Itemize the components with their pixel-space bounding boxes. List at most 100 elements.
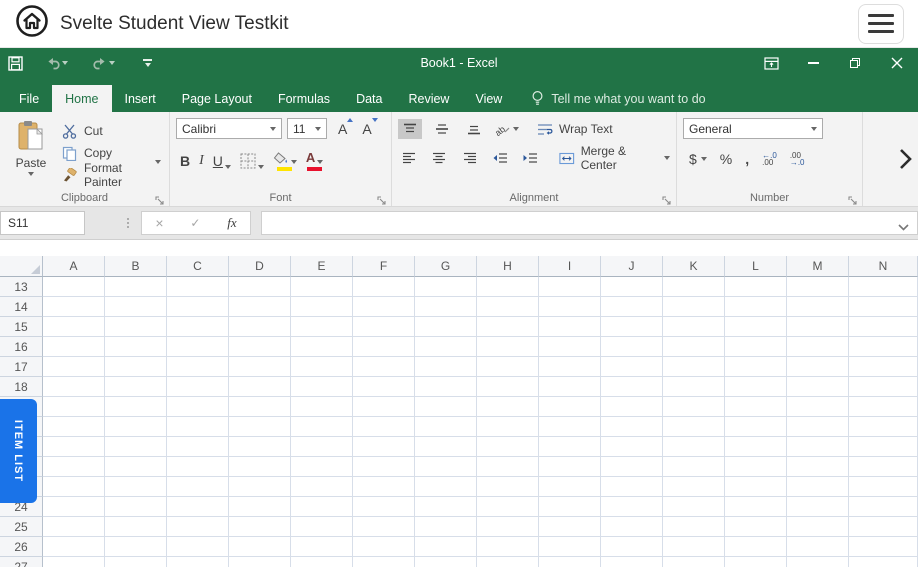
tell-me-box[interactable]: Tell me what you want to do [531,85,705,112]
ribbon-expand-button[interactable] [899,148,912,175]
cell-M19[interactable] [787,397,849,417]
font-color-button[interactable]: A [306,152,323,171]
column-header-G[interactable]: G [415,256,477,277]
cell-H19[interactable] [477,397,539,417]
cell-H26[interactable] [477,537,539,557]
cell-G18[interactable] [415,377,477,397]
cell-A18[interactable] [43,377,105,397]
cell-E27[interactable] [291,557,353,567]
font-family-select[interactable]: Calibri [176,118,282,139]
cell-H14[interactable] [477,297,539,317]
cell-A24[interactable] [43,497,105,517]
cell-E15[interactable] [291,317,353,337]
cell-J23[interactable] [601,477,663,497]
undo-button[interactable] [45,56,68,71]
cell-A23[interactable] [43,477,105,497]
cell-F16[interactable] [353,337,415,357]
cell-D27[interactable] [229,557,291,567]
cell-C17[interactable] [167,357,229,377]
cell-D17[interactable] [229,357,291,377]
cell-C16[interactable] [167,337,229,357]
cell-G16[interactable] [415,337,477,357]
cell-D22[interactable] [229,457,291,477]
tab-formulas[interactable]: Formulas [265,85,343,112]
cell-M21[interactable] [787,437,849,457]
cell-J27[interactable] [601,557,663,567]
cell-H13[interactable] [477,277,539,297]
formula-input[interactable] [261,211,918,235]
cell-L17[interactable] [725,357,787,377]
cell-M18[interactable] [787,377,849,397]
cell-C13[interactable] [167,277,229,297]
enter-button[interactable]: ✓ [190,216,200,230]
column-header-J[interactable]: J [601,256,663,277]
cell-B25[interactable] [105,517,167,537]
cell-C22[interactable] [167,457,229,477]
tab-home[interactable]: Home [52,85,111,112]
cell-D18[interactable] [229,377,291,397]
column-header-L[interactable]: L [725,256,787,277]
cell-C27[interactable] [167,557,229,567]
cell-H17[interactable] [477,357,539,377]
cell-M17[interactable] [787,357,849,377]
copy-dropdown-icon[interactable] [155,160,161,164]
accounting-format-button[interactable]: $ [689,151,707,167]
cell-A13[interactable] [43,277,105,297]
alignment-dialog-launcher-icon[interactable] [662,193,672,203]
cell-B23[interactable] [105,477,167,497]
cell-J14[interactable] [601,297,663,317]
cell-E16[interactable] [291,337,353,357]
cell-J17[interactable] [601,357,663,377]
cell-J13[interactable] [601,277,663,297]
home-button[interactable] [14,6,50,42]
cell-I14[interactable] [539,297,601,317]
cell-B13[interactable] [105,277,167,297]
cell-D25[interactable] [229,517,291,537]
cell-H27[interactable] [477,557,539,567]
cell-G19[interactable] [415,397,477,417]
cell-D14[interactable] [229,297,291,317]
cell-K24[interactable] [663,497,725,517]
cell-H20[interactable] [477,417,539,437]
increase-indent-button[interactable] [519,148,541,168]
cell-K26[interactable] [663,537,725,557]
insert-function-button[interactable]: fx [227,215,236,231]
tab-data[interactable]: Data [343,85,395,112]
cell-I19[interactable] [539,397,601,417]
column-header-K[interactable]: K [663,256,725,277]
cell-E26[interactable] [291,537,353,557]
font-dialog-launcher-icon[interactable] [377,193,387,203]
cell-F15[interactable] [353,317,415,337]
clipboard-dialog-launcher-icon[interactable] [155,193,165,203]
cell-C18[interactable] [167,377,229,397]
cell-G27[interactable] [415,557,477,567]
row-header-13[interactable]: 13 [0,277,43,297]
cell-F27[interactable] [353,557,415,567]
cell-I17[interactable] [539,357,601,377]
cell-F18[interactable] [353,377,415,397]
column-header-H[interactable]: H [477,256,539,277]
column-header-N[interactable]: N [849,256,918,277]
underline-button[interactable]: U [213,153,231,169]
cell-G26[interactable] [415,537,477,557]
bold-button[interactable]: B [180,153,190,169]
cell-L21[interactable] [725,437,787,457]
cell-A15[interactable] [43,317,105,337]
bottom-align-button[interactable] [462,119,486,139]
cell-I24[interactable] [539,497,601,517]
cell-I26[interactable] [539,537,601,557]
align-center-button[interactable] [428,148,450,168]
cell-A14[interactable] [43,297,105,317]
cell-F20[interactable] [353,417,415,437]
cell-H24[interactable] [477,497,539,517]
cell-L27[interactable] [725,557,787,567]
cell-B14[interactable] [105,297,167,317]
customize-qat-button[interactable] [143,59,152,67]
borders-button[interactable] [240,153,264,169]
column-header-F[interactable]: F [353,256,415,277]
cell-M26[interactable] [787,537,849,557]
cell-L22[interactable] [725,457,787,477]
cell-I23[interactable] [539,477,601,497]
row-header-17[interactable]: 17 [0,357,43,377]
cell-J24[interactable] [601,497,663,517]
